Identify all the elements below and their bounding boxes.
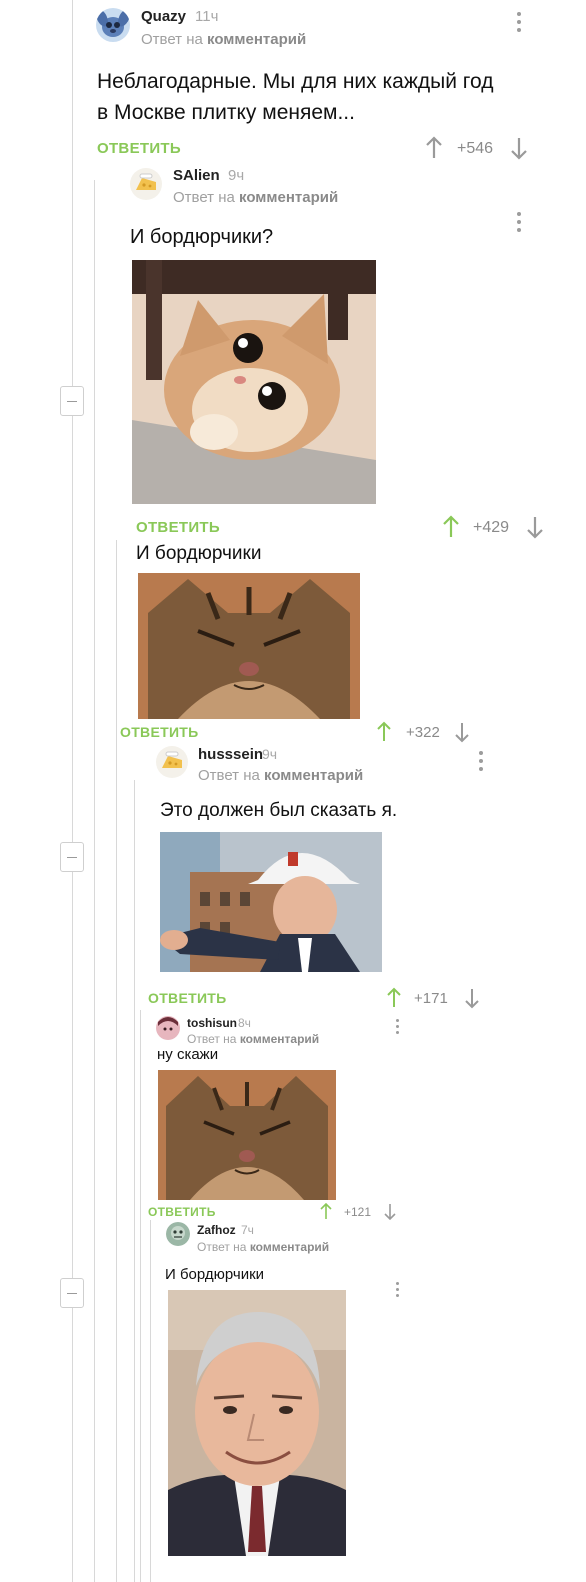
reply-to-text: Ответ на xyxy=(141,31,203,48)
reply-button[interactable]: ОТВЕТИТЬ xyxy=(148,990,227,1006)
man-in-hard-hat-pointing-image[interactable] xyxy=(160,832,382,972)
reply-to-text: Ответ на xyxy=(197,1240,247,1254)
thread-line xyxy=(140,1010,141,1582)
comment-text: И бордюрчики? xyxy=(130,226,274,248)
cat-peeking-under-table-image[interactable] xyxy=(132,260,376,504)
smug-tabby-cat-image[interactable] xyxy=(158,1070,336,1200)
comment-username[interactable]: SAlien xyxy=(173,167,220,184)
reply-button[interactable]: ОТВЕТИТЬ xyxy=(136,519,220,536)
reply-to-text: Ответ на xyxy=(173,189,235,206)
comment-time: 11ч xyxy=(195,8,219,25)
more-options-icon[interactable] xyxy=(394,1019,400,1037)
comment-text: И бордюрчики xyxy=(165,1266,265,1283)
downvote-arrow-icon[interactable] xyxy=(454,721,470,743)
more-options-icon[interactable] xyxy=(394,1282,400,1300)
upvote-arrow-icon[interactable] xyxy=(376,721,392,743)
comment-username[interactable]: Zafhoz xyxy=(197,1223,236,1237)
reply-to-comment-text: комментарий xyxy=(207,31,307,48)
reply-to-text: Ответ на xyxy=(187,1032,237,1046)
anime-avatar-icon[interactable] xyxy=(156,1016,180,1040)
downvote-arrow-icon[interactable] xyxy=(464,987,480,1009)
reply-button[interactable]: ОТВЕТИТЬ xyxy=(148,1205,216,1219)
upvote-arrow-icon[interactable] xyxy=(386,987,402,1009)
comment-time: 9ч xyxy=(228,167,245,184)
comment-username[interactable]: husssein xyxy=(198,746,263,763)
comment-username[interactable]: Quazy xyxy=(141,8,186,25)
collapse-thread-button[interactable] xyxy=(60,842,84,872)
cheese-avatar-icon[interactable] xyxy=(130,168,162,200)
reply-to-link[interactable]: Ответ на комментарий xyxy=(198,767,363,784)
comment-username[interactable]: toshisun xyxy=(187,1016,237,1030)
reply-button[interactable]: ОТВЕТИТЬ xyxy=(120,724,199,740)
comment-rating: +171 xyxy=(414,990,448,1007)
upvote-arrow-icon[interactable] xyxy=(320,1203,332,1220)
comment-time: 9ч xyxy=(262,746,278,762)
upvote-arrow-icon[interactable] xyxy=(442,515,460,539)
comment-text-line: Неблагодарные. Мы для них каждый год xyxy=(97,70,494,93)
thread-line xyxy=(72,0,73,1582)
collapse-thread-button[interactable] xyxy=(60,386,84,416)
thread-line xyxy=(116,540,117,1582)
thread-line xyxy=(134,780,135,1582)
comment-rating: +121 xyxy=(344,1205,372,1219)
zombie-avatar-icon[interactable] xyxy=(166,1222,190,1246)
reply-to-link[interactable]: Ответ на комментарий xyxy=(141,31,306,48)
reply-button[interactable]: ОТВЕТИТЬ xyxy=(97,140,181,157)
reply-to-comment-text: комментарий xyxy=(239,189,339,206)
more-options-icon[interactable] xyxy=(516,12,522,36)
comment-rating: +429 xyxy=(473,519,510,536)
comment-text: ну скажи xyxy=(157,1046,219,1063)
more-options-icon[interactable] xyxy=(478,751,484,775)
cheese-avatar-icon[interactable] xyxy=(156,746,188,778)
comment-rating: +546 xyxy=(457,140,494,157)
downvote-arrow-icon[interactable] xyxy=(510,136,528,160)
downvote-arrow-icon[interactable] xyxy=(384,1203,396,1220)
comment-time: 8ч xyxy=(238,1016,251,1030)
upvote-arrow-icon[interactable] xyxy=(425,136,443,160)
downvote-arrow-icon[interactable] xyxy=(526,515,544,539)
smiling-gray-haired-man-image[interactable] xyxy=(168,1290,346,1556)
comment-text: Это должен был сказать я. xyxy=(160,800,398,821)
reply-to-link[interactable]: Ответ на комментарий xyxy=(197,1240,329,1254)
comment-rating: +322 xyxy=(406,724,440,741)
reply-to-comment-text: комментарий xyxy=(264,767,364,784)
thread-line xyxy=(150,1220,151,1582)
reply-to-text: Ответ на xyxy=(198,767,260,784)
reply-to-link[interactable]: Ответ на комментарий xyxy=(173,189,338,206)
reply-to-comment-text: комментарий xyxy=(239,1032,320,1046)
collapse-thread-button[interactable] xyxy=(60,1278,84,1308)
reply-to-comment-text: комментарий xyxy=(249,1240,330,1254)
comment-text-line: в Москве плитку меняем... xyxy=(97,101,355,124)
comment-text: Неблагодарные. Мы для них каждый год в М… xyxy=(97,66,493,128)
stitch-avatar-icon[interactable] xyxy=(96,8,130,42)
smug-tabby-cat-image[interactable] xyxy=(138,573,360,719)
thread-line xyxy=(94,180,95,1582)
more-options-icon[interactable] xyxy=(516,212,522,236)
comment-time: 7ч xyxy=(241,1223,254,1237)
comment-text: И бордюрчики xyxy=(136,543,262,564)
reply-to-link[interactable]: Ответ на комментарий xyxy=(187,1032,319,1046)
